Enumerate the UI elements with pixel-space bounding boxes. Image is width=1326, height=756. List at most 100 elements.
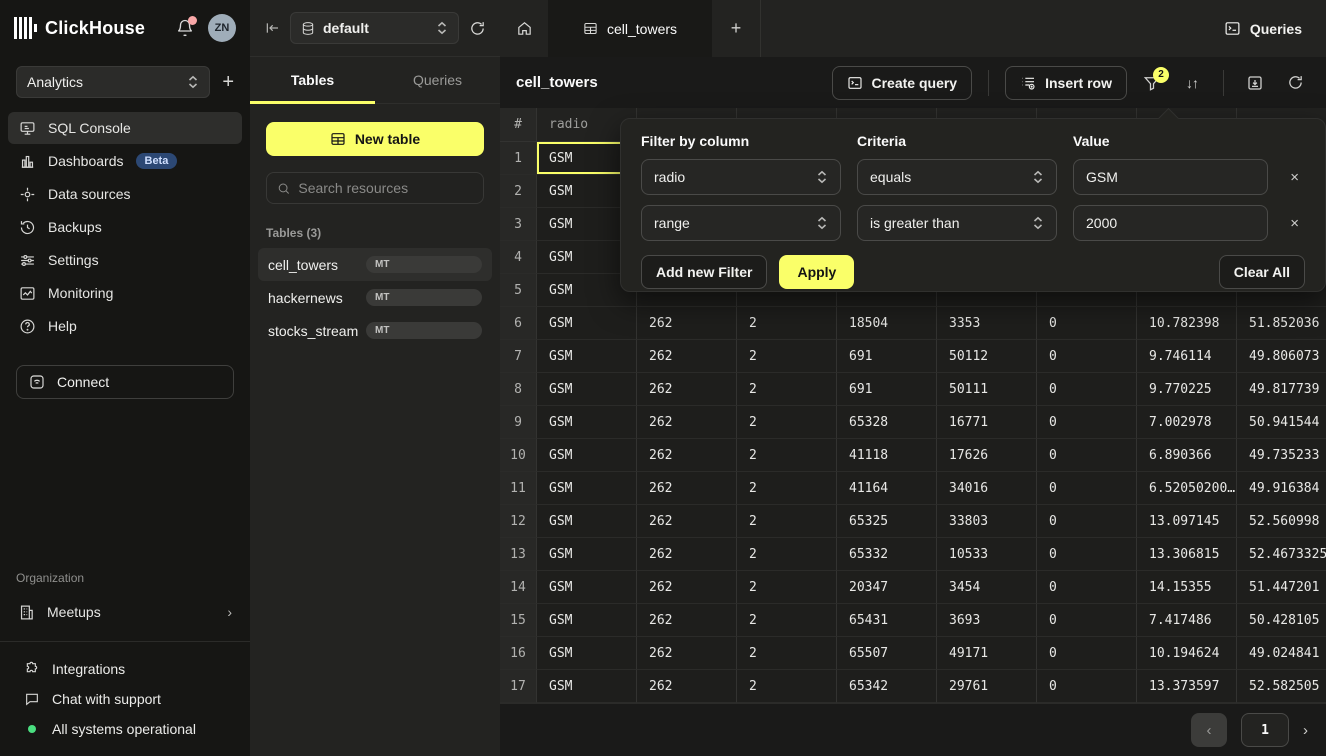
grid-cell[interactable]: 262 (637, 538, 737, 571)
grid-cell[interactable]: 65332 (837, 538, 937, 571)
grid-cell[interactable]: 7.417486 (1137, 604, 1237, 637)
grid-cell[interactable]: 262 (637, 406, 737, 439)
filter-criteria-select[interactable]: equals (857, 159, 1057, 195)
grid-cell[interactable]: 262 (637, 505, 737, 538)
next-page-button[interactable]: › (1303, 722, 1308, 739)
grid-cell[interactable]: 0 (1037, 472, 1137, 505)
grid-cell[interactable]: 13.306815 (1137, 538, 1237, 571)
grid-cell[interactable]: 2 (737, 637, 837, 670)
grid-cell[interactable]: 0 (1037, 406, 1137, 439)
grid-cell[interactable]: GSM (537, 670, 637, 703)
grid-cell[interactable]: 2 (737, 538, 837, 571)
grid-cell[interactable]: 2 (737, 307, 837, 340)
sidebar-item-sql-console[interactable]: SQL Console (8, 112, 242, 144)
grid-cell[interactable]: 0 (1037, 637, 1137, 670)
grid-cell[interactable]: 10.782398 (1137, 307, 1237, 340)
collapse-panel-button[interactable] (264, 20, 280, 36)
grid-cell[interactable]: 50.428105 (1237, 604, 1326, 637)
grid-cell[interactable]: 262 (637, 670, 737, 703)
connect-button[interactable]: Connect (16, 365, 234, 399)
grid-cell[interactable]: GSM (537, 307, 637, 340)
grid-cell[interactable]: 3454 (937, 571, 1037, 604)
grid-cell[interactable]: 50112 (937, 340, 1037, 373)
search-input[interactable] (298, 180, 473, 196)
sidebar-item-settings[interactable]: Settings (8, 244, 242, 276)
grid-cell[interactable]: 17626 (937, 439, 1037, 472)
open-tab-cell-towers[interactable]: cell_towers (548, 0, 712, 57)
filter-button[interactable]: 2 (1137, 66, 1167, 100)
clear-all-button[interactable]: Clear All (1219, 255, 1305, 289)
grid-cell[interactable]: GSM (537, 373, 637, 406)
grid-cell[interactable]: GSM (537, 439, 637, 472)
grid-cell[interactable]: 65342 (837, 670, 937, 703)
table-item-stocks-stream[interactable]: stocks_stream MT (258, 314, 492, 347)
refresh-button[interactable] (1280, 66, 1310, 100)
new-table-button[interactable]: New table (266, 122, 484, 156)
grid-cell[interactable]: 262 (637, 604, 737, 637)
sidebar-item-integrations[interactable]: Integrations (0, 654, 250, 684)
grid-cell[interactable]: 2 (737, 439, 837, 472)
download-button[interactable] (1240, 66, 1270, 100)
grid-cell[interactable]: 262 (637, 307, 737, 340)
grid-cell[interactable]: 50111 (937, 373, 1037, 406)
grid-cell[interactable]: 49.916384 (1237, 472, 1326, 505)
sort-button[interactable]: ↓↑ (1177, 66, 1207, 100)
sidebar-item-chat-support[interactable]: Chat with support (0, 684, 250, 714)
grid-cell[interactable]: 262 (637, 439, 737, 472)
grid-cell[interactable]: 13.097145 (1137, 505, 1237, 538)
filter-value-input[interactable] (1073, 159, 1268, 195)
apply-button[interactable]: Apply (779, 255, 854, 289)
grid-cell[interactable]: 16771 (937, 406, 1037, 439)
sidebar-item-dashboards[interactable]: Dashboards Beta (8, 145, 242, 177)
database-select[interactable]: default (290, 12, 459, 44)
filter-value-input[interactable] (1073, 205, 1268, 241)
grid-cell[interactable]: 51.852036 (1237, 307, 1326, 340)
grid-cell[interactable]: GSM (537, 340, 637, 373)
grid-cell[interactable]: 0 (1037, 670, 1137, 703)
tab-tables[interactable]: Tables (250, 57, 375, 103)
grid-cell[interactable]: GSM (537, 571, 637, 604)
grid-cell[interactable]: 41118 (837, 439, 937, 472)
avatar[interactable]: ZN (208, 14, 236, 42)
grid-cell[interactable]: 0 (1037, 571, 1137, 604)
sidebar-item-monitoring[interactable]: Monitoring (8, 277, 242, 309)
grid-cell[interactable]: 9.746114 (1137, 340, 1237, 373)
grid-cell[interactable]: 52.4673325 (1237, 538, 1326, 571)
grid-cell[interactable]: 14.15355 (1137, 571, 1237, 604)
grid-cell[interactable]: 65507 (837, 637, 937, 670)
grid-cell[interactable]: 262 (637, 571, 737, 604)
grid-cell[interactable]: 0 (1037, 439, 1137, 472)
grid-cell[interactable]: 52.560998 (1237, 505, 1326, 538)
grid-cell[interactable]: 52.582505 (1237, 670, 1326, 703)
grid-cell[interactable]: 10.194624 (1137, 637, 1237, 670)
table-item-cell-towers[interactable]: cell_towers MT (258, 248, 492, 281)
tab-queries[interactable]: Queries (375, 57, 500, 103)
grid-cell[interactable]: GSM (537, 538, 637, 571)
remove-filter-button[interactable]: × (1290, 215, 1299, 232)
new-tab-button[interactable]: + (712, 0, 760, 57)
grid-cell[interactable]: 0 (1037, 307, 1137, 340)
grid-cell[interactable]: 50.941544 (1237, 406, 1326, 439)
grid-cell[interactable]: 34016 (937, 472, 1037, 505)
grid-cell[interactable]: 262 (637, 637, 737, 670)
filter-criteria-select[interactable]: is greater than (857, 205, 1057, 241)
grid-cell[interactable]: 41164 (837, 472, 937, 505)
grid-cell[interactable]: 6.52050200… (1137, 472, 1237, 505)
grid-cell[interactable]: GSM (537, 604, 637, 637)
grid-cell[interactable]: 9.770225 (1137, 373, 1237, 406)
grid-cell[interactable]: 262 (637, 472, 737, 505)
grid-cell[interactable]: 0 (1037, 505, 1137, 538)
sidebar-item-data-sources[interactable]: Data sources (8, 178, 242, 210)
grid-cell[interactable]: 262 (637, 373, 737, 406)
grid-cell[interactable]: 691 (837, 340, 937, 373)
grid-cell[interactable]: GSM (537, 472, 637, 505)
grid-cell[interactable]: 29761 (937, 670, 1037, 703)
grid-cell[interactable]: 20347 (837, 571, 937, 604)
workspace-select[interactable]: Analytics (16, 66, 210, 98)
grid-cell[interactable]: 51.447201 (1237, 571, 1326, 604)
prev-page-button[interactable]: ‹ (1191, 713, 1227, 747)
table-item-hackernews[interactable]: hackernews MT (258, 281, 492, 314)
system-status[interactable]: All systems operational (0, 714, 250, 744)
grid-cell[interactable]: 7.002978 (1137, 406, 1237, 439)
filter-column-select[interactable]: radio (641, 159, 841, 195)
